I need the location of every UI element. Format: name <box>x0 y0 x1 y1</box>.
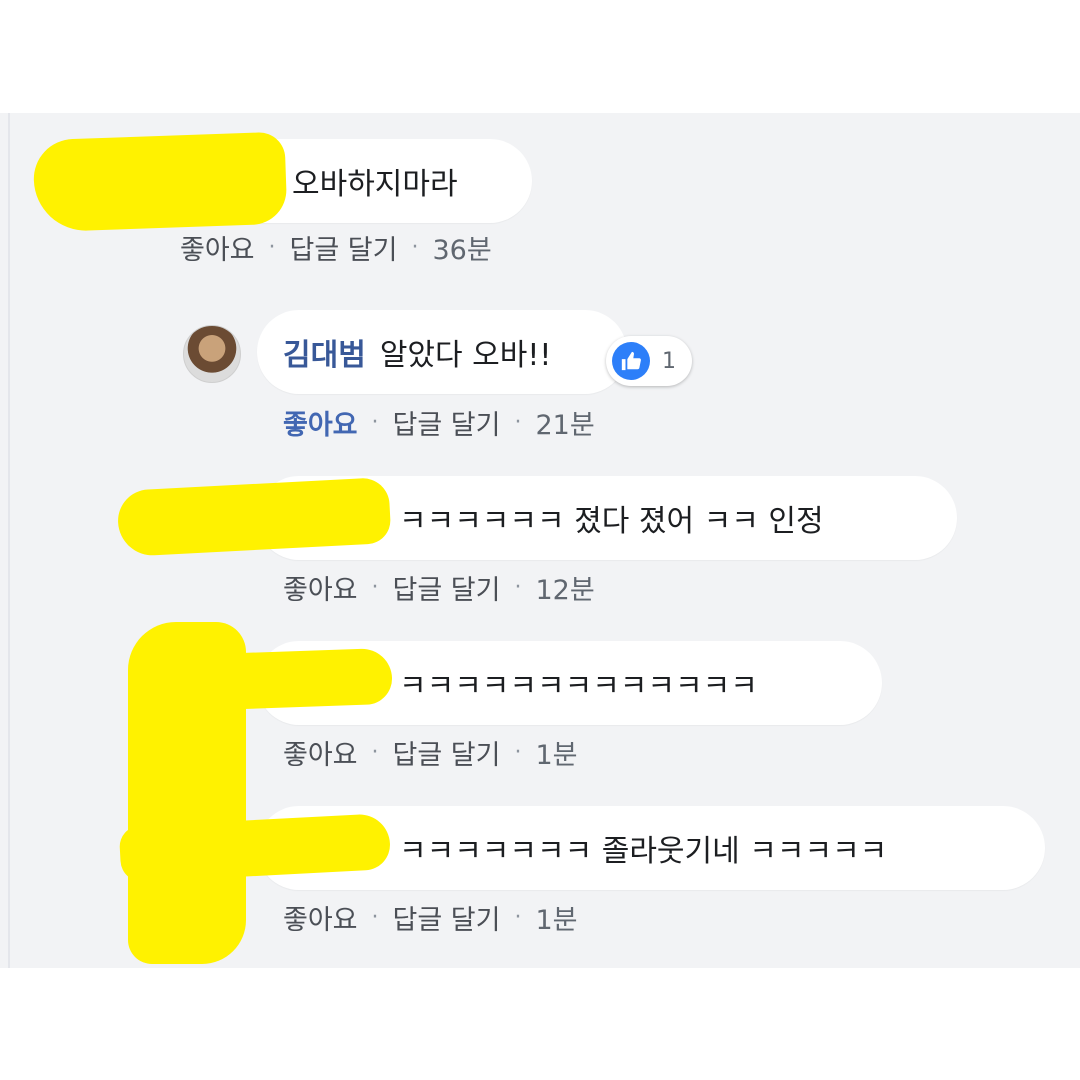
redaction-mark-1 <box>32 131 288 233</box>
separator-dot: · <box>514 905 522 930</box>
comment-timestamp[interactable]: 1분 <box>535 898 577 937</box>
comment-timestamp[interactable]: 12분 <box>535 568 594 607</box>
thumbs-up-icon <box>612 342 650 380</box>
comment-actions-3: 좋아요 · 답글 달기 · 12분 <box>283 568 595 607</box>
separator-dot: · <box>514 410 522 435</box>
comment-text: 오바하지마라 <box>292 167 458 202</box>
comment-actions-2: 좋아요 · 답글 달기 · 21분 <box>283 403 595 442</box>
like-link[interactable]: 좋아요 <box>180 228 255 267</box>
like-link[interactable]: 좋아요 <box>283 568 358 607</box>
separator-dot: · <box>268 235 276 260</box>
reply-link[interactable]: 답글 달기 <box>290 228 398 267</box>
reaction-badge[interactable]: 1 <box>606 336 692 386</box>
separator-dot: · <box>411 235 419 260</box>
comment-text: ㅋㅋㅋㅋㅋㅋㅋㅋㅋㅋㅋㅋㅋ <box>399 669 758 704</box>
comment-text: ㅋㅋㅋㅋㅋㅋ 졌다 졌어 ㅋㅋ 인정 <box>399 504 824 539</box>
panel-border <box>8 113 10 968</box>
separator-dot: · <box>371 575 379 600</box>
reply-link[interactable]: 답글 달기 <box>393 898 501 937</box>
like-link[interactable]: 좋아요 <box>283 403 358 442</box>
separator-dot: · <box>514 740 522 765</box>
separator-dot: · <box>514 575 522 600</box>
comment-actions-1: 좋아요 · 답글 달기 · 36분 <box>180 228 492 267</box>
comment-text: 알았다 오바!! <box>379 338 552 373</box>
separator-dot: · <box>371 740 379 765</box>
comment-author[interactable]: 김대범 <box>283 338 366 373</box>
comment-text: ㅋㅋㅋㅋㅋㅋㅋ 졸라웃기네 ㅋㅋㅋㅋㅋ <box>399 834 888 869</box>
reply-link[interactable]: 답글 달기 <box>393 733 501 772</box>
comment-actions-4: 좋아요 · 답글 달기 · 1분 <box>283 733 578 772</box>
comment-timestamp[interactable]: 36분 <box>432 228 491 267</box>
like-link[interactable]: 좋아요 <box>283 733 358 772</box>
avatar[interactable] <box>183 325 241 383</box>
separator-dot: · <box>371 905 379 930</box>
comment-timestamp[interactable]: 1분 <box>535 733 577 772</box>
redaction-mark-4 <box>149 647 393 713</box>
like-link[interactable]: 좋아요 <box>283 898 358 937</box>
reply-link[interactable]: 답글 달기 <box>393 568 501 607</box>
comment-actions-5: 좋아요 · 답글 달기 · 1분 <box>283 898 578 937</box>
separator-dot: · <box>371 410 379 435</box>
comment-timestamp[interactable]: 21분 <box>535 403 594 442</box>
comment-bubble-2: 김대범 알았다 오바!! <box>257 310 627 394</box>
reply-link[interactable]: 답글 달기 <box>393 403 501 442</box>
reaction-count: 1 <box>662 348 676 374</box>
